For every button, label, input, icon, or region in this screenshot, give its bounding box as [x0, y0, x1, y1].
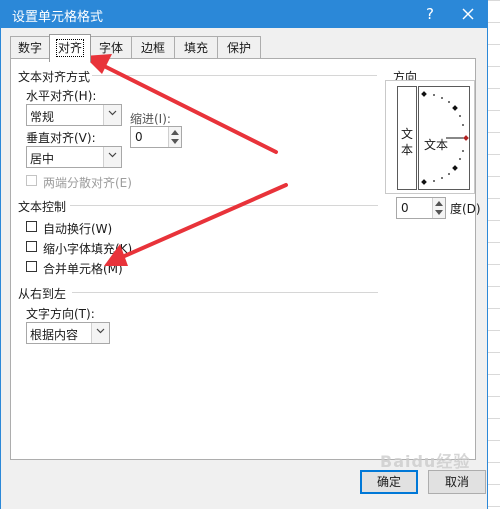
tab-border[interactable]: 边框 — [131, 36, 175, 58]
vertical-text-char: 文 — [401, 127, 414, 141]
wrap-text-checkbox[interactable] — [26, 221, 37, 232]
text-direction-label: 文字方向(T): — [26, 307, 95, 321]
text-control-title: 文本控制 — [18, 200, 67, 214]
horizontal-align-value: 常规 — [30, 110, 55, 124]
shrink-to-fit-label: 缩小字体填充(K) — [43, 242, 133, 256]
text-direction-select[interactable]: 根据内容 — [26, 322, 110, 344]
text-alignment-separator — [92, 75, 377, 76]
chevron-down-icon — [108, 110, 117, 116]
justify-distributed-label: 两端分散对齐(E) — [43, 176, 132, 190]
tab-alignment[interactable]: 对齐 — [49, 34, 91, 62]
dialog-title: 设置单元格格式 — [12, 10, 104, 25]
watermark-text: Baidu经验 — [380, 452, 471, 471]
text-direction-value: 根据内容 — [30, 328, 79, 342]
rtl-title: 从右到左 — [18, 287, 67, 301]
indent-spin-buttons[interactable] — [168, 127, 181, 147]
degrees-value: 0 — [401, 201, 409, 215]
vertical-align-label: 垂直对齐(V): — [26, 131, 96, 145]
tab-fill[interactable]: 填充 — [174, 36, 218, 58]
justify-distributed-checkbox[interactable] — [26, 175, 37, 186]
dialog-titlebar: 设置单元格格式 ? — [0, 0, 488, 28]
wrap-text-label: 自动换行(W) — [43, 222, 113, 236]
text-direction-dropdown[interactable] — [91, 323, 109, 343]
vertical-text-char: 本 — [401, 143, 414, 157]
text-control-separator — [70, 205, 378, 206]
text-alignment-title: 文本对齐方式 — [18, 70, 91, 84]
vertical-text-option[interactable]: 文 本 — [397, 86, 417, 190]
degrees-label: 度(D) — [450, 202, 481, 216]
horizontal-align-select[interactable]: 常规 — [26, 104, 122, 126]
merge-cells-label: 合并单元格(M) — [43, 262, 123, 276]
vertical-align-select[interactable]: 居中 — [26, 146, 122, 168]
shrink-to-fit-checkbox[interactable] — [26, 241, 37, 252]
indent-value: 0 — [135, 130, 143, 144]
tab-number[interactable]: 数字 — [10, 36, 50, 58]
degrees-spin-buttons[interactable] — [432, 198, 445, 218]
close-button[interactable] — [452, 2, 484, 26]
spin-up-icon — [171, 130, 179, 135]
spin-down-icon — [435, 210, 443, 215]
merge-cells-checkbox[interactable] — [26, 261, 37, 272]
tab-protection[interactable]: 保护 — [217, 36, 261, 58]
chevron-down-icon — [108, 152, 117, 158]
horizontal-align-label: 水平对齐(H): — [26, 89, 97, 103]
cancel-button[interactable]: 取消 — [428, 470, 486, 494]
rtl-separator — [72, 292, 378, 293]
vertical-align-value: 居中 — [30, 152, 55, 166]
tab-font[interactable]: 字体 — [90, 36, 132, 58]
ok-button[interactable]: 确定 — [360, 470, 418, 494]
degrees-spinner[interactable]: 0 — [396, 197, 446, 219]
spreadsheet-background — [488, 0, 500, 509]
horizontal-align-dropdown[interactable] — [103, 105, 121, 125]
spin-down-icon — [171, 139, 179, 144]
help-button[interactable]: ? — [418, 2, 442, 26]
close-icon — [462, 8, 474, 20]
chevron-down-icon — [96, 328, 105, 334]
dial-text: 文本 — [424, 138, 449, 152]
indent-spinner[interactable]: 0 — [130, 126, 182, 148]
vertical-align-dropdown[interactable] — [103, 147, 121, 167]
indent-label: 缩进(I): — [130, 112, 171, 126]
spin-up-icon — [435, 201, 443, 206]
